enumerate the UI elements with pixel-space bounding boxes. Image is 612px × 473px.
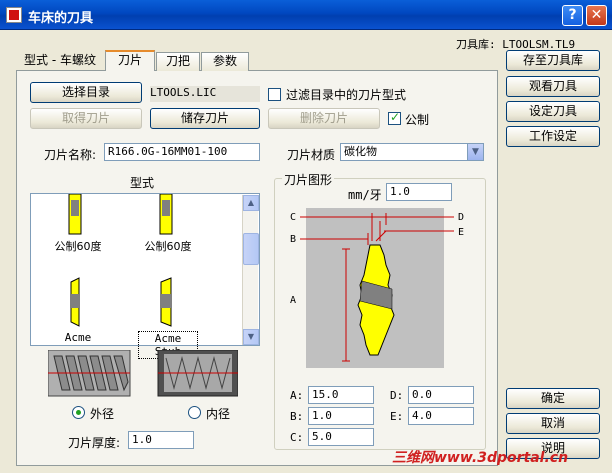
- param-d-input[interactable]: 0.0: [408, 386, 474, 404]
- select-directory-button[interactable]: 选择目录: [30, 82, 142, 103]
- metric-checkbox[interactable]: ✓: [388, 110, 401, 125]
- param-a-input[interactable]: 15.0: [308, 386, 374, 404]
- material-value: 碳化物: [344, 145, 377, 158]
- outer-diameter-radio[interactable]: [72, 406, 85, 419]
- param-b-input[interactable]: 1.0: [308, 407, 374, 425]
- graphic-title: 刀片图形: [282, 171, 335, 188]
- style-item-metric60[interactable]: 公制60度: [130, 238, 206, 254]
- material-label: 刀片材质: [287, 148, 336, 162]
- style-item-acme[interactable]: Acme: [40, 331, 116, 344]
- window-title: 车床的刀具: [28, 11, 94, 26]
- tab-parameters[interactable]: 参数: [201, 52, 249, 71]
- filter-checkbox[interactable]: [268, 88, 281, 101]
- style-title: 型式: [130, 176, 155, 190]
- save-insert-button[interactable]: 储存刀片: [150, 108, 260, 129]
- scroll-up-icon[interactable]: ▲: [243, 195, 259, 211]
- directory-value: LTOOLS.LIC: [150, 86, 260, 102]
- dim-label-b: B: [290, 234, 296, 245]
- ok-button[interactable]: 确定: [506, 388, 600, 409]
- material-select[interactable]: 碳化物 ▼: [340, 143, 484, 161]
- param-c-label: C:: [290, 431, 304, 444]
- close-icon[interactable]: ✕: [586, 5, 607, 26]
- style-shape-acme[interactable]: [70, 277, 80, 327]
- view-tool-button[interactable]: 观看刀具: [506, 76, 600, 97]
- param-c-input[interactable]: 5.0: [308, 428, 374, 446]
- thickness-label: 刀片厚度:: [68, 436, 121, 450]
- pitch-input[interactable]: 1.0: [386, 183, 452, 201]
- style-item-metric60[interactable]: 公制60度: [40, 238, 116, 254]
- style-shape-metric60-a[interactable]: [68, 194, 82, 235]
- style-thumbnails: [68, 194, 173, 327]
- save-to-library-button[interactable]: 存至刀具库: [506, 50, 600, 71]
- insert-name-input[interactable]: R166.0G-16MM01-100: [104, 143, 260, 161]
- dim-label-d: D: [458, 212, 464, 223]
- set-tool-button[interactable]: 设定刀具: [506, 101, 600, 122]
- dim-label-e: E: [458, 227, 464, 238]
- help-title-button[interactable]: ?: [562, 5, 583, 26]
- style-shape-acme-stub[interactable]: [160, 277, 172, 327]
- watermark: 三维网www.3dportal.cn: [392, 450, 569, 466]
- chevron-down-icon[interactable]: ▼: [467, 144, 483, 160]
- scroll-thumb[interactable]: [243, 233, 259, 265]
- param-d-label: D:: [390, 389, 404, 402]
- thread-preview: [48, 350, 238, 397]
- insert-name-label: 刀片名称:: [44, 148, 97, 162]
- outer-diameter-label: 外径: [90, 407, 115, 421]
- metric-label: 公制: [405, 113, 430, 127]
- tab-holder[interactable]: 刀把: [156, 52, 200, 71]
- check-icon: ✓: [390, 110, 401, 124]
- get-insert-button[interactable]: 取得刀片: [30, 108, 142, 129]
- cancel-button[interactable]: 取消: [506, 413, 600, 434]
- scroll-down-icon[interactable]: ▼: [243, 329, 259, 345]
- pitch-label: mm/牙: [348, 188, 382, 202]
- tab-style-thread[interactable]: 型式 - 车螺纹: [16, 52, 104, 71]
- thickness-input[interactable]: 1.0: [128, 431, 194, 449]
- style-shape-metric60-b[interactable]: [159, 194, 173, 235]
- param-e-label: E:: [390, 410, 404, 423]
- dim-label-a: A: [290, 295, 296, 306]
- tab-insert[interactable]: 刀片: [105, 50, 155, 71]
- param-e-input[interactable]: 4.0: [408, 407, 474, 425]
- delete-insert-button[interactable]: 删除刀片: [268, 108, 380, 129]
- inner-diameter-radio[interactable]: [188, 406, 201, 419]
- work-settings-button[interactable]: 工作设定: [506, 126, 600, 147]
- app-icon: [6, 7, 22, 23]
- style-list-scrollbar[interactable]: ▲ ▼: [242, 195, 259, 345]
- filter-label: 过滤目录中的刀片型式: [286, 88, 407, 102]
- param-b-label: B:: [290, 410, 304, 423]
- inner-diameter-label: 内径: [206, 407, 231, 421]
- dim-label-c: C: [290, 212, 296, 223]
- param-a-label: A:: [290, 389, 304, 402]
- insert-drawing: C B A D E: [290, 208, 464, 368]
